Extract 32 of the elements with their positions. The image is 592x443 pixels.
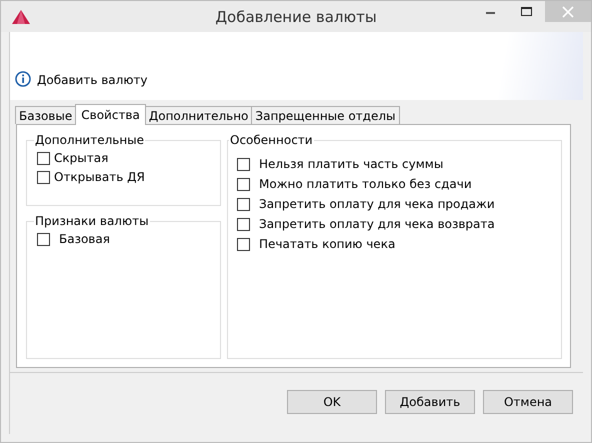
checkbox[interactable] [237, 158, 250, 170]
dialog-button[interactable]: Добавить [385, 390, 475, 414]
checkbox[interactable] [37, 152, 50, 164]
header-message: Добавить валюту [37, 73, 148, 87]
checkbox-label: Нельзя платить часть суммы [259, 157, 444, 171]
checkbox[interactable] [237, 198, 250, 210]
checkbox-label: Запретить оплату для чека продажи [259, 197, 495, 211]
tab[interactable]: Базовые [15, 106, 76, 124]
tab[interactable]: Запрещенные отделы [251, 106, 400, 124]
group-title: Дополнительные [34, 133, 146, 147]
checkbox-label: Открывать ДЯ [54, 170, 145, 184]
tab[interactable]: Свойства [75, 104, 146, 125]
checkbox-label: Базовая [59, 232, 110, 246]
checkbox[interactable] [237, 238, 250, 250]
checkbox-label: Скрытая [54, 151, 108, 165]
group-title: Признаки валюты [34, 214, 150, 228]
triangle-logo-icon [11, 8, 31, 24]
info-icon [15, 71, 31, 87]
checkbox-label: Можно платить только без сдачи [259, 177, 472, 191]
window-title: Добавление валюты [214, 8, 378, 26]
checkbox[interactable] [237, 218, 250, 230]
checkbox-label: Запретить оплату для чека возврата [259, 217, 495, 231]
close-icon [562, 6, 574, 18]
maximize-icon [521, 6, 533, 16]
checkbox[interactable] [37, 170, 50, 184]
group-title: Особенности [229, 133, 314, 147]
tab[interactable]: Дополнительно [144, 106, 252, 124]
checkbox[interactable] [37, 232, 50, 246]
checkbox-label: Печатать копию чека [259, 237, 396, 251]
dialog-button[interactable]: Отмена [483, 390, 573, 414]
checkbox[interactable] [237, 178, 250, 190]
dialog-button[interactable]: OK [287, 390, 377, 414]
